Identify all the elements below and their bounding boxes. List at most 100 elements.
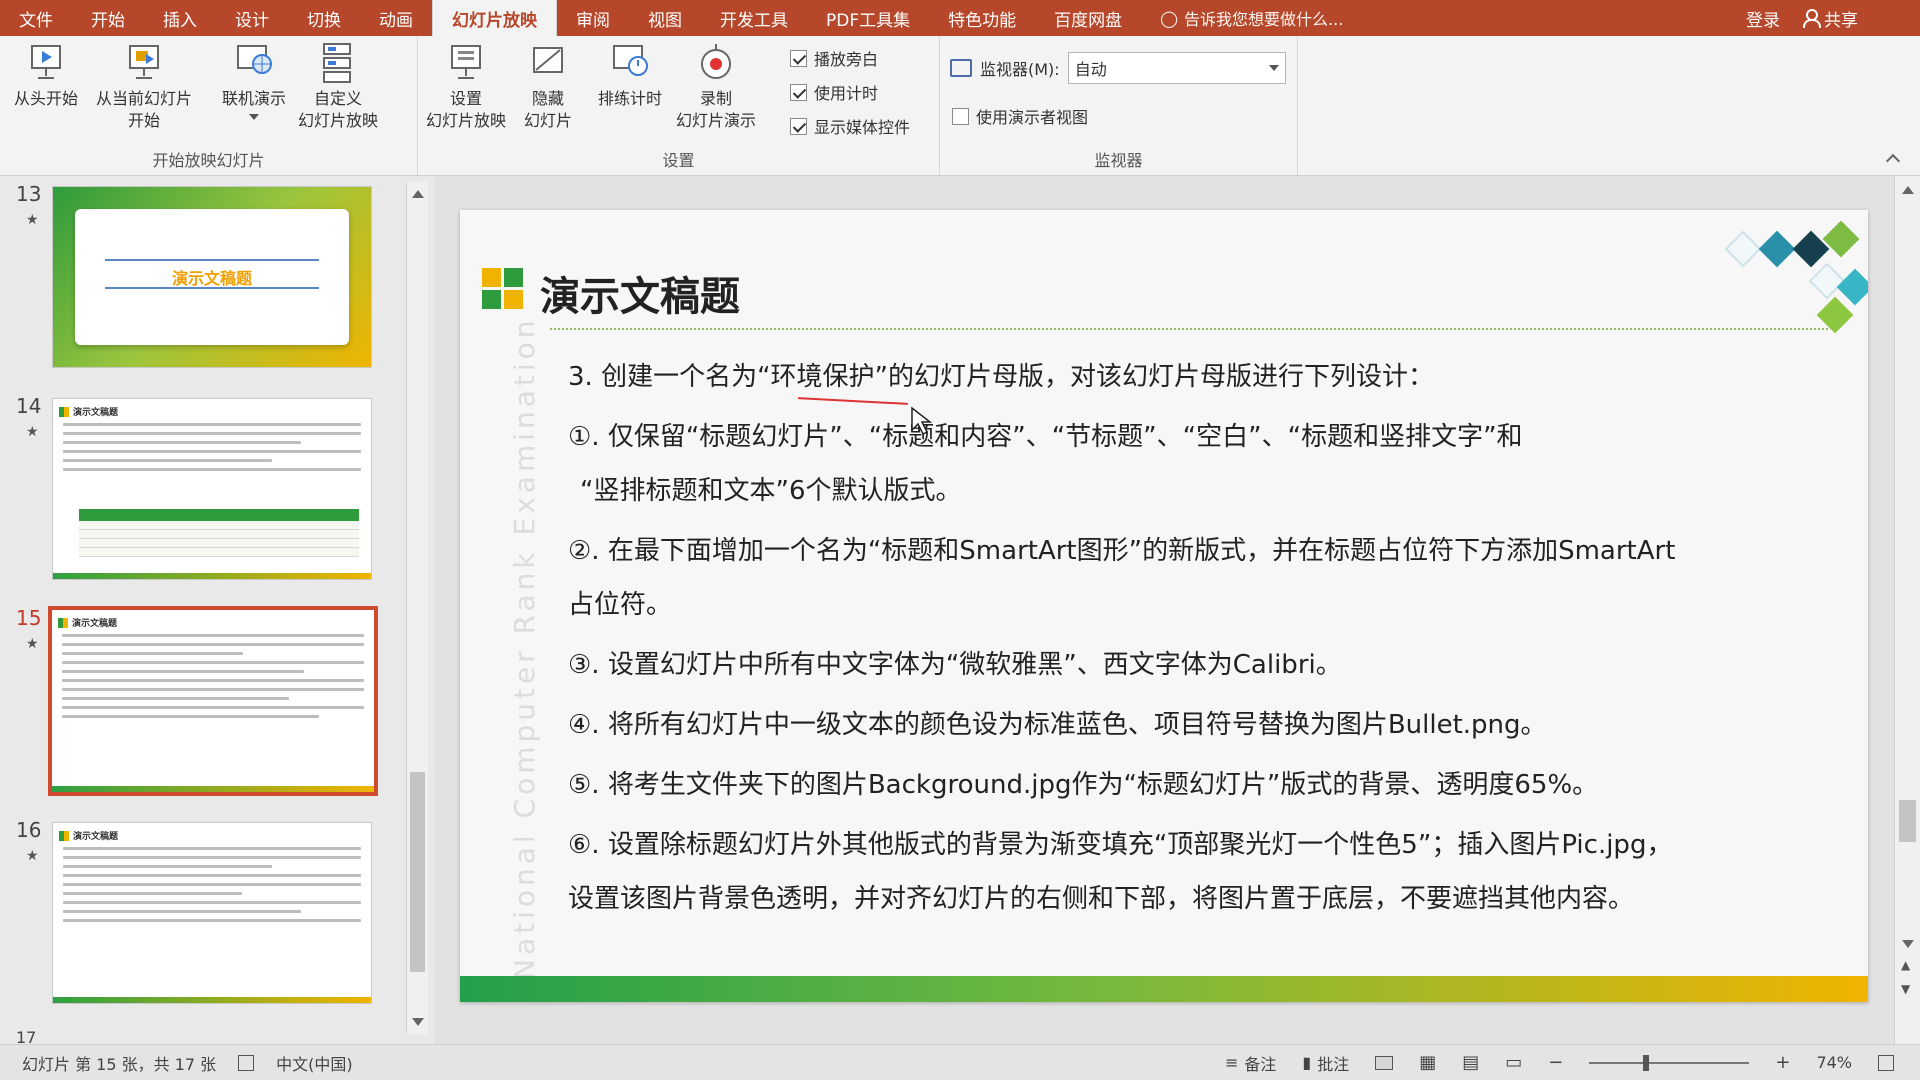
thumbnail-table — [79, 509, 359, 567]
group-start-slideshow: 从头开始 从当前幻灯片 开始 联机演示 自定义 幻灯片放映 开始放映幻灯片 — [0, 36, 418, 176]
scrollbar-thumb[interactable] — [1899, 800, 1916, 842]
tab-special-features[interactable]: 特色功能 — [929, 0, 1035, 36]
slide-thumbnail[interactable]: 演示文稿题 — [52, 398, 372, 580]
person-icon — [1802, 9, 1821, 28]
slide-thumbnail-selected[interactable]: 演示文稿题 — [48, 606, 378, 796]
text-line: ③. 设置幻灯片中所有中文字体为“微软雅黑”、西文字体为Calibri。 — [568, 650, 1342, 680]
reading-view-icon[interactable]: ▤ — [1462, 1052, 1479, 1073]
thumbnail-bottom-bar — [53, 573, 371, 579]
slide-scrollbar[interactable]: ▲ ▼ — [1894, 176, 1920, 1044]
from-beginning-button[interactable]: 从头开始 — [14, 42, 78, 110]
tab-home[interactable]: 开始 — [72, 0, 144, 36]
tab-baidu-netdisk[interactable]: 百度网盘 — [1035, 0, 1141, 36]
checkbox-checked[interactable] — [790, 83, 807, 101]
text-line: ④. 将所有幻灯片中一级文本的颜色设为标准蓝色、项目符号替换为图片Bullet.… — [568, 710, 1547, 740]
tab-review[interactable]: 审阅 — [557, 0, 629, 36]
notes-button[interactable]: ≡ 备注 — [1225, 1051, 1276, 1075]
zoom-slider[interactable] — [1589, 1054, 1750, 1071]
thumbnail-heading-text: 演示文稿题 — [73, 408, 119, 418]
setup-slideshow-button[interactable]: 设置 幻灯片放映 — [426, 42, 506, 132]
play-narration-checkbox[interactable]: 播放旁白 — [790, 46, 878, 70]
record-slideshow-button[interactable]: 录制 幻灯片演示 — [676, 42, 756, 132]
tell-me-text: 告诉我您想要做什么... — [1184, 10, 1344, 29]
group-monitors-label: 监视器 — [1094, 151, 1143, 170]
slide-thumbnail[interactable]: 演示文稿题 — [52, 186, 372, 368]
slide-title[interactable]: 演示文稿题 — [540, 264, 740, 322]
thumbnail-heading-text: 演示文稿题 — [73, 832, 119, 842]
tab-transitions[interactable]: 切换 — [288, 0, 360, 36]
play-from-current-icon — [129, 45, 159, 79]
logo-icon — [59, 830, 69, 841]
zoom-out-button[interactable]: − — [1548, 1052, 1563, 1073]
from-current-button[interactable]: 从当前幻灯片 开始 — [96, 42, 192, 132]
use-timings-checkbox[interactable]: 使用计时 — [790, 80, 878, 104]
slide-number: 16 — [16, 818, 42, 842]
normal-view-icon[interactable] — [1375, 1055, 1394, 1070]
animation-star-icon: ★ — [26, 424, 39, 440]
text-line: ①. 仅保留“标题幻灯片”、“标题和内容”、“节标题”、“空白”、“标题和竖排文… — [568, 422, 1523, 452]
scroll-down-icon[interactable] — [412, 1018, 424, 1026]
notes-label: 备注 — [1244, 1054, 1277, 1074]
checkbox-unchecked[interactable] — [952, 107, 969, 125]
login-link[interactable]: 登录 — [1746, 6, 1780, 31]
tab-insert[interactable]: 插入 — [144, 0, 216, 36]
tab-pdf-tools[interactable]: PDF工具集 — [807, 0, 929, 36]
checkbox-checked[interactable] — [790, 117, 807, 135]
slide-body-text[interactable]: 3. 创建一个名为“环境保护”的幻灯片母版，对该幻灯片母版进行下列设计： ①. … — [568, 350, 1838, 926]
slide-count-status: 幻灯片 第 15 张，共 17 张 — [22, 1054, 217, 1074]
text-line: 设置该图片背景色透明，并对齐幻灯片的右侧和下部，将图片置于底层，不要遮挡其他内容… — [568, 884, 1635, 914]
slide-editing-area: 演示文稿题 National Computer Rank Examination… — [434, 176, 1920, 1044]
presenter-view-checkbox[interactable]: 使用演示者视图 — [952, 104, 1088, 128]
language-status[interactable]: 中文(中国) — [276, 1051, 353, 1075]
hide-slide-button[interactable]: 隐藏 幻灯片 — [524, 42, 572, 132]
thumbnail-scrollbar[interactable] — [406, 182, 428, 1034]
group-start-slideshow-label: 开始放映幻灯片 — [152, 151, 265, 170]
tab-animations[interactable]: 动画 — [360, 0, 432, 36]
previous-slide-icon[interactable]: ▲ — [1901, 958, 1910, 972]
comments-button[interactable]: ▮ 批注 — [1302, 1051, 1349, 1075]
thumbnail-heading: 演示文稿题 — [59, 829, 118, 842]
scroll-up-icon[interactable] — [1902, 186, 1914, 194]
text-line: “竖排标题和文本”6个默认版式。 — [580, 476, 962, 506]
custom-slideshow-button[interactable]: 自定义 幻灯片放映 — [298, 42, 378, 132]
slideshow-view-icon[interactable]: ▭ — [1505, 1052, 1522, 1073]
monitor-icon — [950, 59, 972, 77]
show-media-controls-checkbox[interactable]: 显示媒体控件 — [790, 114, 910, 138]
zoom-in-button[interactable]: + — [1775, 1052, 1790, 1073]
tab-slideshow[interactable]: 幻灯片放映 — [432, 0, 557, 36]
tab-developer[interactable]: 开发工具 — [701, 0, 807, 36]
title-divider — [550, 328, 1828, 330]
slide-number: 15 — [16, 606, 42, 630]
tab-view[interactable]: 视图 — [629, 0, 701, 36]
tab-file[interactable]: 文件 — [0, 0, 72, 36]
watermark-text: National Computer Rank Examination — [508, 316, 548, 980]
next-slide-icon[interactable]: ▼ — [1901, 982, 1910, 996]
share-button[interactable]: 共享 — [1802, 6, 1858, 31]
slide-sorter-icon[interactable]: ▦ — [1419, 1052, 1436, 1073]
notes-icon: ≡ — [1224, 1053, 1239, 1072]
animation-star-icon: ★ — [26, 848, 39, 864]
zoom-level[interactable]: 74% — [1816, 1053, 1852, 1072]
scrollbar-thumb[interactable] — [410, 772, 425, 972]
tab-design[interactable]: 设计 — [216, 0, 288, 36]
thumbnail-heading-text: 演示文稿题 — [72, 619, 118, 629]
monitor-dropdown[interactable]: 自动 — [1067, 52, 1286, 84]
scroll-down-icon[interactable] — [1902, 940, 1914, 948]
present-online-button[interactable]: 联机演示 — [222, 42, 286, 120]
slide-canvas[interactable]: 演示文稿题 National Computer Rank Examination… — [460, 210, 1868, 1002]
spelling-check-icon[interactable] — [238, 1054, 255, 1071]
rehearse-timings-button[interactable]: 排练计时 — [598, 42, 662, 110]
slide-thumbnail[interactable]: 演示文稿题 — [52, 822, 372, 1004]
group-setup: 设置 幻灯片放映 隐藏 幻灯片 排练计时 录制 幻灯片演示 播放旁白 使用计时 … — [418, 36, 940, 176]
scroll-up-icon[interactable] — [412, 190, 424, 198]
mouse-pointer-icon — [911, 406, 933, 436]
account-area: 登录 共享 — [1746, 0, 1920, 36]
collapse-ribbon-icon[interactable] — [1885, 153, 1901, 169]
thumbnail-bottom-bar — [53, 997, 371, 1003]
checkbox-checked[interactable] — [790, 49, 807, 67]
fit-to-window-icon[interactable] — [1878, 1054, 1894, 1071]
text-line: 3. 创建一个名为“环境保护”的幻灯片母版，对该幻灯片母版进行下列设计： — [568, 362, 1435, 392]
present-online-label: 联机演示 — [222, 89, 287, 108]
tell-me-box[interactable]: ◯ 告诉我您想要做什么... — [1141, 0, 1362, 36]
monitor-label: 监视器(M): — [980, 60, 1060, 79]
